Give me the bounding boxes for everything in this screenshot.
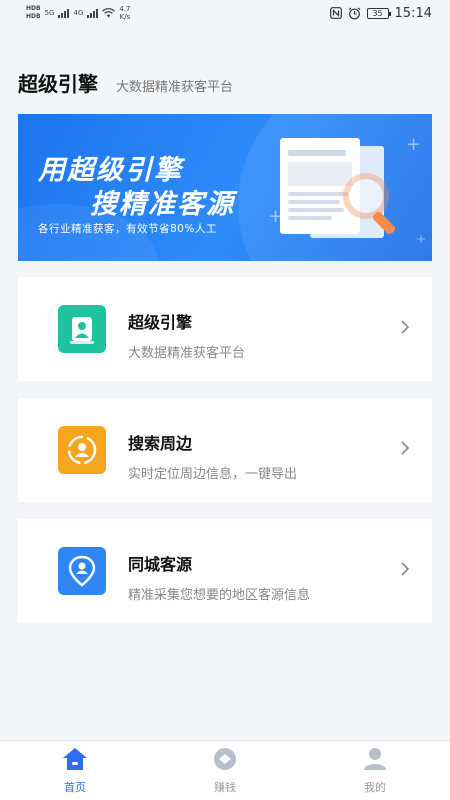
page-title: 超级引擎 <box>18 72 98 96</box>
card-description: 大数据精准获客平台 <box>128 346 246 361</box>
signal-icon-2 <box>87 8 99 18</box>
coin-icon <box>214 748 236 770</box>
clock: 15:14 <box>394 5 432 21</box>
card-description: 实时定位周边信息，一键导出 <box>128 467 298 482</box>
banner-tagline: 各行业精准获客，有效节省80%人工 <box>38 223 217 235</box>
sparkle-icon: + <box>416 232 427 246</box>
nav-item-earn[interactable]: 赚钱 <box>150 741 300 800</box>
network-type-1: 5G <box>44 9 55 17</box>
nav-label-profile: 我的 <box>364 781 386 794</box>
document-search-icon <box>280 138 396 238</box>
card-description: 精准采集您想要的地区客源信息 <box>128 588 311 603</box>
feature-card-local-customers[interactable]: 同城客源 精准采集您想要的地区客源信息 <box>18 519 432 623</box>
page-header: 超级引擎 大数据精准获客平台 <box>18 68 233 97</box>
network-speed: 4.7 K/s <box>119 5 131 21</box>
wifi-icon <box>102 8 116 18</box>
card-title: 搜索周边 <box>128 434 193 453</box>
nav-item-profile[interactable]: 我的 <box>300 741 450 800</box>
pin-user-icon <box>58 547 106 595</box>
profile-icon <box>364 748 386 770</box>
page-subtitle: 大数据精准获客平台 <box>116 80 234 95</box>
hd-indicator-1: HDB <box>26 5 41 12</box>
hd-indicators: HDB HDB <box>26 5 41 21</box>
card-text: 超级引擎 大数据精准获客平台 <box>128 309 245 361</box>
banner-headline-2: 搜精准客源 <box>90 189 235 220</box>
chevron-right-icon <box>401 562 410 576</box>
home-icon <box>63 748 87 770</box>
promo-banner[interactable]: + + + 用超级引擎 搜精准客源 各行业精准获客，有效节省80%人工 <box>18 114 432 261</box>
nfc-icon <box>329 7 342 19</box>
chevron-right-icon <box>401 441 410 455</box>
feature-card-nearby-search[interactable]: 搜索周边 实时定位周边信息，一键导出 <box>18 398 432 502</box>
card-text: 搜索周边 实时定位周边信息，一键导出 <box>128 430 297 482</box>
network-type-2: 4G <box>73 9 84 17</box>
alarm-icon <box>348 7 360 19</box>
nav-item-home[interactable]: 首页 <box>0 741 150 800</box>
location-user-icon <box>58 426 106 474</box>
card-title: 同城客源 <box>128 555 193 574</box>
hd-indicator-2: HDB <box>26 13 41 20</box>
status-bar: HDB HDB 5G 4G 4.7 K/s 35 15:14 <box>0 0 450 26</box>
card-title: 超级引擎 <box>128 313 193 332</box>
user-bolt-icon <box>58 305 106 353</box>
nav-label-home: 首页 <box>64 781 86 794</box>
status-left: HDB HDB 5G 4G 4.7 K/s <box>26 5 131 21</box>
card-text: 同城客源 精准采集您想要的地区客源信息 <box>128 551 310 603</box>
feature-card-super-engine[interactable]: 超级引擎 大数据精准获客平台 <box>18 277 432 381</box>
signal-icon <box>58 8 70 18</box>
nav-label-earn: 赚钱 <box>214 781 236 794</box>
chevron-right-icon <box>401 320 410 334</box>
status-right: 35 15:14 <box>329 5 432 21</box>
battery-icon: 35 <box>366 7 391 19</box>
bottom-nav: 首页 赚钱 我的 <box>0 740 450 800</box>
